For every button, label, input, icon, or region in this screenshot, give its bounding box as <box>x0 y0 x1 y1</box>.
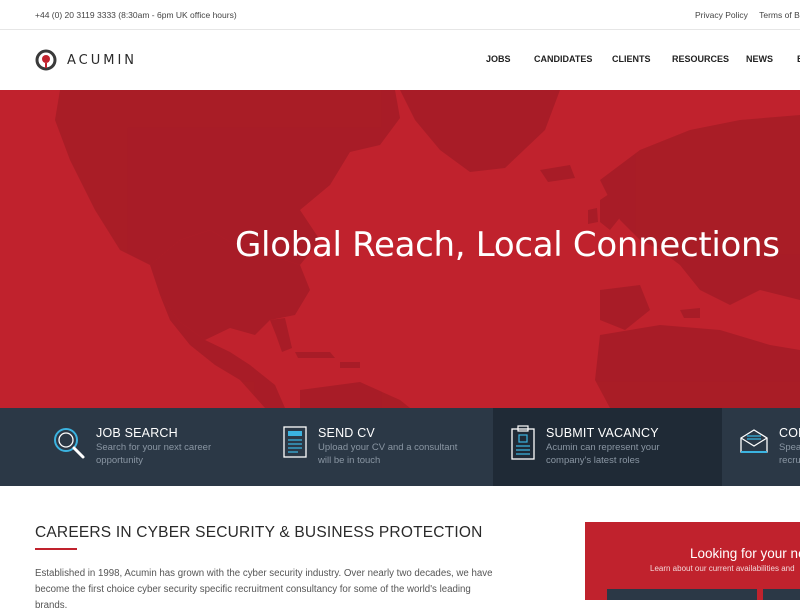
heading-underline <box>35 548 77 550</box>
services-strip: JOB SEARCH Search for your next career o… <box>0 408 800 486</box>
service-send-cv[interactable]: SEND CV Upload your CV and a consultant … <box>265 408 493 486</box>
main-content: CAREERS IN CYBER SECURITY & BUSINESS PRO… <box>0 486 800 611</box>
careers-heading: CAREERS IN CYBER SECURITY & BUSINESS PRO… <box>35 524 483 541</box>
looking-subtitle: Learn about our current availabilities a… <box>650 564 795 573</box>
looking-title: Looking for your ne <box>690 546 800 561</box>
service-desc: Spea recru <box>779 442 800 467</box>
service-job-search[interactable]: JOB SEARCH Search for your next career o… <box>0 408 265 486</box>
service-contact[interactable]: CON Spea recru <box>722 408 800 486</box>
top-links: Privacy Policy Terms of Busin <box>695 10 800 20</box>
service-desc-line2: will be in touch <box>318 454 381 466</box>
service-title: CON <box>779 426 800 440</box>
looking-for-panel: Looking for your ne Learn about our curr… <box>585 522 800 600</box>
nav-candidates[interactable]: CANDIDATES <box>534 54 592 64</box>
top-utility-bar: +44 (0) 20 3119 3333 (8:30am - 6pm UK of… <box>0 0 800 30</box>
nav-resources[interactable]: RESOURCES <box>672 54 729 64</box>
service-desc-line1: Acumin can represent your <box>546 442 660 453</box>
service-desc-line2: company's latest roles <box>546 454 640 466</box>
envelope-icon <box>740 429 768 453</box>
nav-clients[interactable]: CLIENTS <box>612 54 651 64</box>
looking-button-primary[interactable] <box>607 589 757 600</box>
hero-banner: Global Reach, Local Connections <box>0 90 800 408</box>
hero-title: Global Reach, Local Connections <box>235 225 780 265</box>
nav-jobs[interactable]: JOBS <box>486 54 511 64</box>
document-icon <box>283 426 307 458</box>
service-desc-line2: opportunity <box>96 454 144 466</box>
phone-number: +44 (0) 20 3119 3333 (8:30am - 6pm UK of… <box>35 10 237 20</box>
service-title: JOB SEARCH <box>96 426 178 440</box>
logo-mark-icon <box>35 49 57 71</box>
looking-button-secondary[interactable] <box>763 589 800 600</box>
privacy-policy-link[interactable]: Privacy Policy <box>695 10 748 20</box>
service-desc-line1: Spea <box>779 442 800 453</box>
service-title: SUBMIT VACANCY <box>546 426 659 440</box>
nav-news[interactable]: NEWS <box>746 54 773 64</box>
service-title: SEND CV <box>318 426 375 440</box>
service-desc: Upload your CV and a consultant will be … <box>318 442 457 467</box>
terms-link[interactable]: Terms of Busin <box>759 10 800 20</box>
service-submit-vacancy[interactable]: SUBMIT VACANCY Acumin can represent your… <box>493 408 722 486</box>
magnifier-icon <box>54 428 85 459</box>
service-desc: Acumin can represent your company's late… <box>546 442 660 467</box>
service-desc-line2: recru <box>779 454 800 466</box>
brand-logo[interactable]: ACUMIN <box>35 48 137 72</box>
brand-name: ACUMIN <box>67 52 138 68</box>
service-desc-line1: Upload your CV and a consultant <box>318 442 458 453</box>
site-header: ACUMIN JOBS CANDIDATES CLIENTS RESOURCES… <box>0 30 800 90</box>
careers-paragraph: Established in 1998, Acumin has grown wi… <box>35 568 493 611</box>
service-desc-line1: Search for your next career <box>96 442 212 453</box>
clipboard-icon <box>511 425 535 460</box>
service-desc: Search for your next career opportunity <box>96 442 211 467</box>
